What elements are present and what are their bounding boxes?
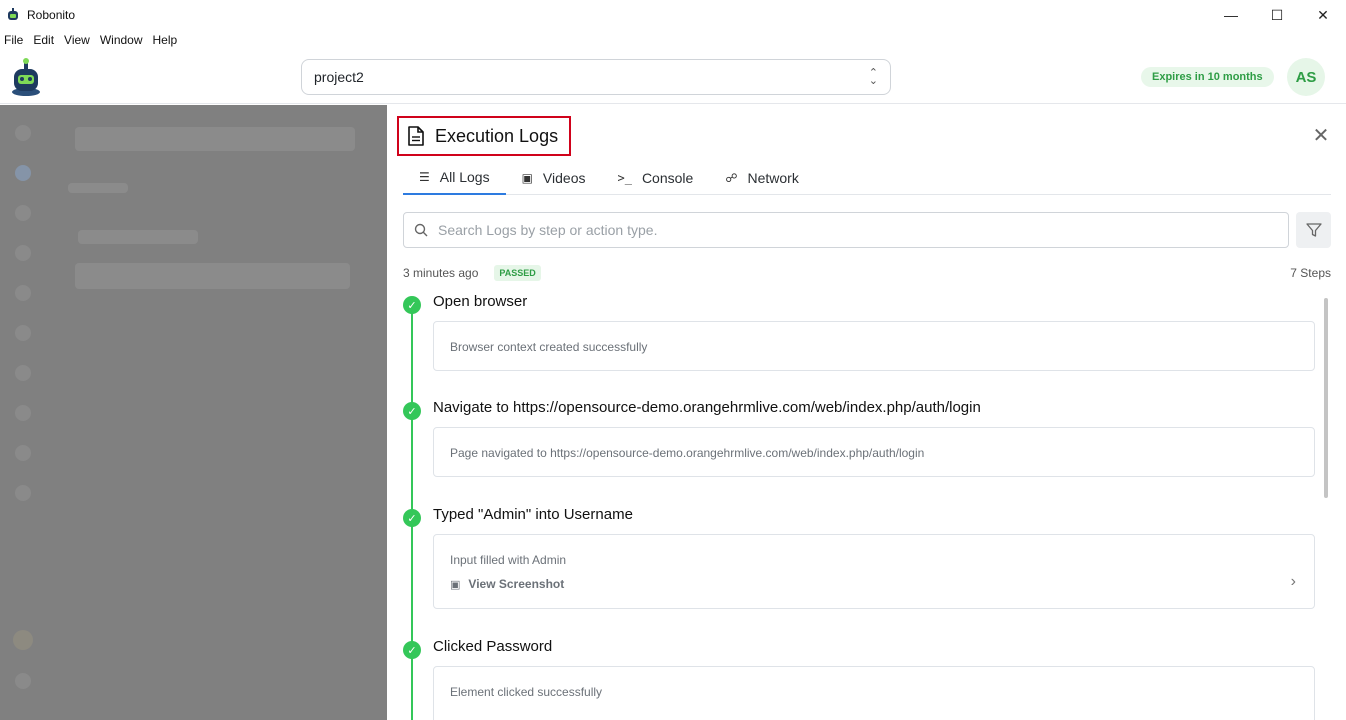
tab-videos[interactable]: ▣ Videos	[506, 161, 602, 195]
terminal-icon: >_	[617, 171, 632, 185]
check-icon: ✓	[403, 509, 421, 527]
view-screenshot-link[interactable]: ▣ View Screenshot	[450, 577, 1314, 591]
minimize-button[interactable]: —	[1208, 0, 1254, 30]
sidebar-reports-icon	[15, 405, 31, 421]
sidebar-integrations-icon	[15, 445, 31, 461]
license-expiry-badge: Expires in 10 months	[1141, 67, 1274, 87]
test-row-placeholder	[75, 263, 350, 289]
menu-view[interactable]: View	[64, 33, 90, 47]
network-icon: ☍	[725, 171, 738, 185]
sidebar-data-icon	[15, 365, 31, 381]
sidebar-settings-icon	[15, 485, 31, 501]
close-window-button[interactable]: ✕	[1300, 0, 1346, 30]
step-message: Browser context created successfully	[450, 340, 648, 354]
panel-title-text: Execution Logs	[435, 125, 559, 146]
menu-window[interactable]: Window	[100, 33, 143, 47]
panel-title: Execution Logs	[397, 116, 571, 156]
modal-backdrop[interactable]	[0, 105, 387, 720]
tab-label: Network	[747, 170, 799, 186]
app-header: project2 ⌃ ⌄ Expires in 10 months AS	[0, 52, 1346, 104]
video-icon: ▣	[521, 171, 533, 185]
step-title: Typed "Admin" into Username	[433, 506, 633, 523]
steps-count: 7 Steps	[1290, 266, 1331, 280]
check-icon: ✓	[403, 641, 421, 659]
sidebar-schedule-icon	[15, 285, 31, 301]
section-label-placeholder	[68, 183, 128, 193]
step-card[interactable]: Element clicked successfully	[433, 666, 1315, 720]
sidebar-suites-icon	[15, 205, 31, 221]
check-icon: ✓	[403, 296, 421, 314]
project-select-value: project2	[314, 69, 364, 85]
list-icon: ☰	[419, 170, 430, 184]
sidebar-collapse-icon	[15, 673, 31, 689]
view-screenshot-label: View Screenshot	[468, 577, 565, 591]
step-message: Element clicked successfully	[450, 685, 603, 699]
sidebar-user-icon	[13, 630, 33, 650]
maximize-button[interactable]: ☐	[1254, 0, 1300, 30]
tab-all-logs[interactable]: ☰ All Logs	[403, 161, 506, 195]
log-tabs: ☰ All Logs ▣ Videos >_ Console ☍ Network	[403, 161, 1331, 195]
step-title: Clicked Password	[433, 638, 553, 655]
search-logs-input[interactable]	[438, 222, 1258, 238]
steps-scrollbar[interactable]	[1324, 298, 1328, 498]
status-badge: PASSED	[494, 265, 541, 281]
step-card[interactable]: Input filled with Admin ▣ View Screensho…	[433, 534, 1315, 609]
sidebar-edit-icon	[15, 325, 31, 341]
log-search-box	[403, 212, 1289, 248]
tab-console[interactable]: >_ Console	[601, 161, 709, 195]
tab-label: Console	[641, 170, 694, 186]
document-icon	[408, 126, 424, 146]
folder-label-placeholder	[78, 230, 198, 244]
robonito-logo[interactable]	[10, 57, 42, 97]
screenshot-icon: ▣	[450, 578, 461, 591]
steps-list: ✓ Open browser Browser context created s…	[403, 293, 1315, 720]
project-select[interactable]: project2 ⌃ ⌄	[301, 59, 891, 95]
execution-logs-panel: Execution Logs ✕ ☰ All Logs ▣ Videos >_ …	[387, 105, 1346, 720]
close-panel-icon[interactable]: ✕	[1311, 125, 1331, 147]
check-icon: ✓	[403, 402, 421, 420]
step-message: Page navigated to https://opensource-dem…	[450, 446, 925, 460]
run-meta: 3 minutes ago PASSED 7 Steps	[403, 264, 1331, 282]
step-title: Navigate to https://opensource-demo.oran…	[433, 399, 981, 416]
step-title: Open browser	[433, 293, 528, 310]
robonito-app-icon	[8, 8, 18, 20]
chevron-right-icon[interactable]: ›	[1291, 573, 1296, 591]
step-card[interactable]: Page navigated to https://opensource-dem…	[433, 427, 1315, 477]
run-time: 3 minutes ago	[403, 266, 479, 280]
toolbar-placeholder	[75, 127, 355, 151]
menu-edit[interactable]: Edit	[33, 33, 54, 47]
step-card[interactable]: Browser context created successfully	[433, 321, 1315, 371]
menu-file[interactable]: File	[4, 33, 23, 47]
sidebar-dashboard-icon	[15, 125, 31, 141]
sidebar-runs-icon	[15, 245, 31, 261]
tab-label: All Logs	[439, 169, 490, 185]
tab-label: Videos	[542, 170, 586, 186]
window-titlebar: Robonito — ☐ ✕	[0, 0, 1346, 30]
step-message: Input filled with Admin	[450, 553, 567, 567]
menu-help[interactable]: Help	[153, 33, 178, 47]
tab-network[interactable]: ☍ Network	[709, 161, 815, 195]
filter-button[interactable]	[1296, 212, 1331, 248]
menu-bar: File Edit View Window Help	[0, 30, 183, 50]
select-chevrons-icon: ⌃ ⌄	[868, 67, 878, 87]
window-title: Robonito	[27, 8, 76, 22]
filter-icon	[1305, 223, 1322, 237]
user-avatar[interactable]: AS	[1287, 58, 1325, 96]
search-icon	[414, 223, 428, 237]
sidebar-tests-icon	[15, 165, 31, 181]
